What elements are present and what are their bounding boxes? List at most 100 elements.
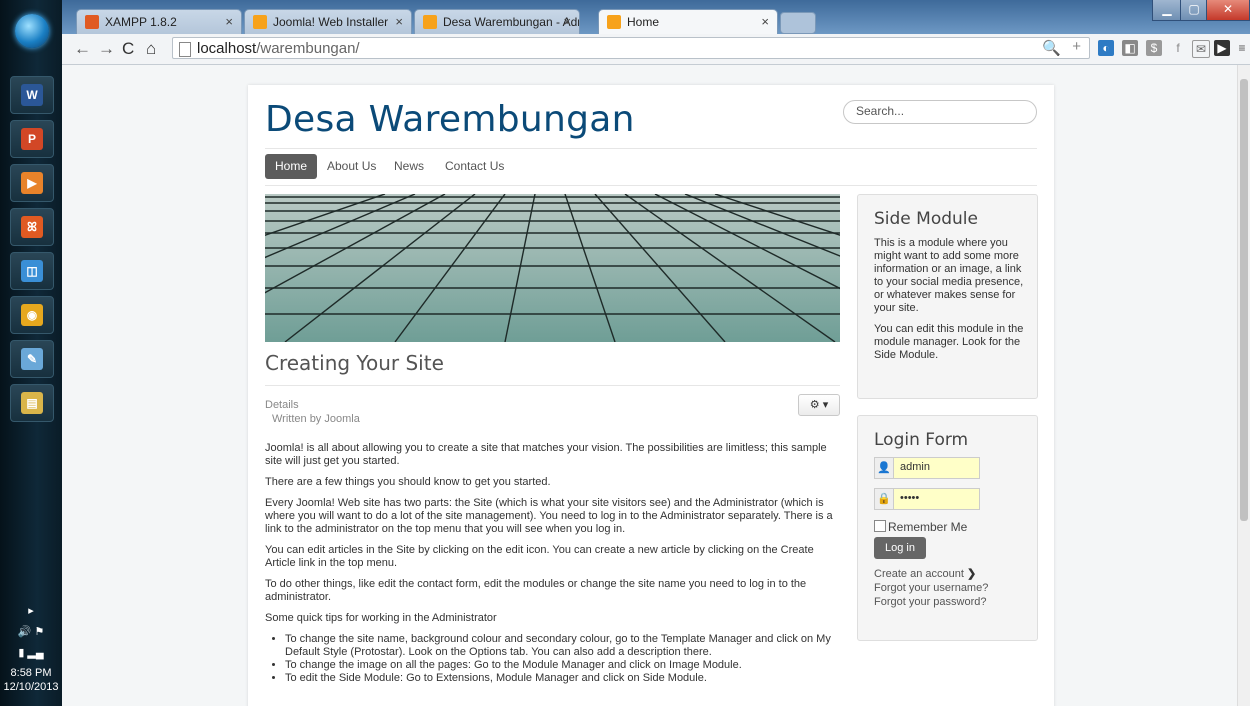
close-icon[interactable]: × [761, 14, 769, 29]
mail-icon[interactable]: ✉ [1192, 40, 1210, 58]
address-bar[interactable]: localhost/warembungan/ 🔍 + [172, 37, 1090, 59]
joomla-icon [253, 15, 267, 29]
extension-icon[interactable]: ▶ [1214, 40, 1230, 56]
extension-icon[interactable]: ◧ [1122, 40, 1138, 56]
tab-home[interactable]: Home × [598, 9, 778, 34]
chrome-icon: ◉ [21, 304, 43, 326]
article-paragraph: Some quick tips for working in the Admin… [265, 612, 497, 624]
login-module: Login Form 👤 admin 🔒 ••••• Remember Me L… [857, 415, 1038, 641]
tab-title: XAMPP 1.8.2 [105, 15, 177, 29]
tab-strip: XAMPP 1.8.2 × Joomla! Web Installer × De… [62, 0, 1250, 34]
maximize-button[interactable]: ▢ [1180, 0, 1208, 21]
reload-icon[interactable]: C [122, 39, 134, 59]
minimize-button[interactable]: ▁ [1152, 0, 1182, 21]
media-player-icon: ▶ [21, 172, 43, 194]
side-module-text: This is a module where you might want to… [874, 237, 1024, 370]
chevron-right-icon: ❯ [966, 568, 977, 580]
volume-icon[interactable]: 🔊 ⚑ [0, 625, 62, 638]
taskbar-app-button[interactable]: ✎ [10, 340, 54, 378]
start-button[interactable] [15, 14, 49, 48]
article-paragraph: To do other things, like edit the contac… [265, 578, 807, 603]
joomla-icon [423, 15, 437, 29]
zoom-icon[interactable]: 🔍 [1042, 39, 1061, 57]
article-paragraph: You can edit articles in the Site by cli… [265, 544, 814, 569]
clock-date[interactable]: 12/10/2013 [0, 681, 62, 693]
menu-icon[interactable]: ≡ [1234, 40, 1250, 56]
page-icon [179, 42, 191, 57]
tips-list: To change the site name, background colo… [265, 633, 837, 685]
close-window-button[interactable]: ✕ [1206, 0, 1250, 21]
tab-desa-admin[interactable]: Desa Warembungan - Adr × [414, 9, 580, 34]
control-panel-icon: ◫ [21, 260, 43, 282]
side-module: Side Module This is a module where you m… [857, 194, 1038, 399]
menu-item-home[interactable]: Home [265, 154, 318, 179]
home-icon[interactable]: ⌂ [146, 39, 156, 59]
facebook-icon[interactable]: f [1170, 40, 1186, 56]
file-explorer-icon: ▤ [21, 392, 43, 414]
list-item: To change the image on all the pages: Go… [285, 659, 837, 672]
site-title[interactable]: Desa Warembungan [265, 99, 635, 140]
side-module-paragraph: This is a module where you might want to… [874, 237, 1024, 314]
page-viewport: Desa Warembungan Search... Home About Us… [62, 65, 1237, 706]
article-paragraph: There are a few things you should know t… [265, 476, 551, 488]
network-icon[interactable]: ▮ ▂▄ [0, 646, 62, 659]
back-icon[interactable]: ← [74, 39, 91, 59]
tab-title: Joomla! Web Installer [273, 15, 389, 29]
details-label: Details [265, 399, 299, 411]
create-account-label: Create an account [874, 568, 964, 580]
article-title[interactable]: Creating Your Site [265, 351, 444, 375]
new-tab-button[interactable] [780, 12, 816, 34]
forward-icon[interactable]: → [98, 39, 115, 59]
vertical-scrollbar[interactable] [1237, 65, 1250, 706]
paint-icon: ✎ [21, 348, 43, 370]
tab-joomla-installer[interactable]: Joomla! Web Installer × [244, 9, 412, 34]
user-icon: 👤 [874, 457, 894, 479]
search-input[interactable]: Search... [843, 100, 1037, 124]
taskbar: W P ▶ ꕤ ◫ ◉ ✎ ▤ ▸ 🔊 ⚑ ▮ ▂▄ 8:58 PM 12/10/2013 [0, 0, 62, 706]
close-icon[interactable]: × [225, 14, 233, 29]
taskbar-app-button[interactable]: ꕤ [10, 208, 54, 246]
close-icon[interactable]: × [395, 14, 403, 29]
login-button[interactable]: Log in [874, 537, 926, 559]
create-account-link[interactable]: Create an account ❯ [874, 567, 976, 580]
divider [265, 385, 840, 386]
list-item: To edit the Side Module: Go to Extension… [285, 672, 837, 685]
gear-icon: ⚙ [809, 399, 820, 411]
article-paragraph: Every Joomla! Web site has two parts: th… [265, 497, 833, 535]
list-item: To change the site name, background colo… [285, 633, 837, 659]
remember-me-checkbox[interactable] [874, 520, 886, 532]
bookmark-add-icon[interactable]: + [1072, 38, 1081, 55]
taskbar-app-button[interactable]: ◫ [10, 252, 54, 290]
tray-expand-icon[interactable]: ▸ [0, 604, 62, 617]
article-paragraph: Joomla! is all about allowing you to cre… [265, 442, 827, 467]
extension-icon[interactable]: ◐ [1098, 40, 1114, 56]
banner-image [265, 194, 840, 342]
xampp-icon [85, 15, 99, 29]
taskbar-app-button[interactable]: ▶ [10, 164, 54, 202]
password-input[interactable]: ••••• [894, 488, 980, 510]
menu-item-contact-us[interactable]: Contact Us [445, 154, 504, 179]
extension-icon[interactable]: $ [1146, 40, 1162, 56]
taskbar-app-button[interactable]: P [10, 120, 54, 158]
url-host: localhost [197, 40, 257, 57]
joomla-icon [607, 15, 621, 29]
forgot-username-link[interactable]: Forgot your username? [874, 582, 988, 594]
menu-item-news[interactable]: News [394, 154, 424, 179]
forgot-password-link[interactable]: Forgot your password? [874, 596, 987, 608]
login-title: Login Form [874, 430, 969, 450]
divider [265, 185, 1037, 186]
side-module-title: Side Module [874, 209, 978, 229]
clock-time[interactable]: 8:58 PM [0, 667, 62, 679]
article-options-button[interactable]: ⚙ ▾ [798, 394, 840, 416]
taskbar-app-button[interactable]: W [10, 76, 54, 114]
remember-me[interactable]: Remember Me [874, 520, 967, 534]
lock-icon: 🔒 [874, 488, 894, 510]
username-input[interactable]: admin [894, 457, 980, 479]
tab-xampp[interactable]: XAMPP 1.8.2 × [76, 9, 242, 34]
taskbar-app-button[interactable]: ◉ [10, 296, 54, 334]
caret-down-icon: ▾ [822, 399, 829, 411]
close-icon[interactable]: × [563, 14, 571, 29]
scrollbar-thumb[interactable] [1240, 79, 1248, 521]
menu-item-about-us[interactable]: About Us [327, 154, 376, 179]
taskbar-app-button[interactable]: ▤ [10, 384, 54, 422]
